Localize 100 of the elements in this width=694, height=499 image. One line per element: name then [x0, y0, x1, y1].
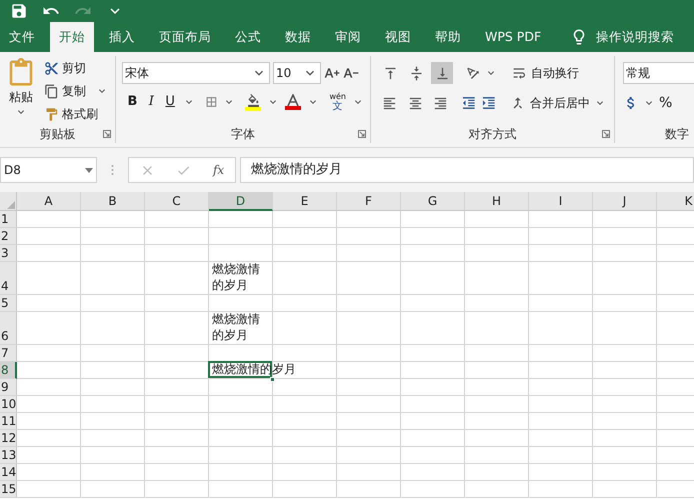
row-header[interactable]: 3: [0, 245, 17, 262]
sheet-cell: [337, 228, 401, 245]
row-header[interactable]: 9: [0, 379, 17, 396]
phonetic-pinyin[interactable]: wén: [329, 92, 346, 101]
row-header[interactable]: 12: [0, 430, 17, 447]
formula-input[interactable]: 燃烧激情的岁月: [240, 157, 694, 183]
copy-button[interactable]: 复制: [62, 82, 86, 100]
paste-button[interactable]: 粘贴: [9, 88, 33, 106]
sheet-cell: [337, 447, 401, 464]
fill-color-icon[interactable]: [245, 94, 262, 110]
percent-button[interactable]: %: [659, 92, 672, 114]
sheet-cell: [273, 413, 337, 430]
sheet-cell: [273, 211, 337, 228]
sheet-cell: [593, 379, 657, 396]
align-icon[interactable]: [434, 66, 450, 80]
column-header[interactable]: F: [337, 192, 401, 211]
column-header[interactable]: A: [17, 192, 81, 211]
copy-icon[interactable]: [44, 84, 59, 98]
sheet-cell: [593, 362, 657, 379]
bold-button[interactable]: B: [126, 92, 139, 112]
vertical-align-button[interactable]: [431, 62, 453, 84]
ribbon-tab[interactable]: 页面布局: [150, 22, 220, 52]
tell-me-search[interactable]: 操作说明搜索: [596, 28, 674, 46]
ribbon-tab[interactable]: 审阅: [326, 22, 370, 52]
ribbon-tab[interactable]: 开始: [50, 22, 94, 52]
underline-button[interactable]: U: [164, 92, 177, 112]
orientation-icon[interactable]: [465, 65, 481, 81]
align-icon[interactable]: [433, 96, 448, 110]
row-header[interactable]: 15: [0, 481, 17, 498]
column-header[interactable]: D: [209, 192, 273, 211]
row-header[interactable]: 1: [0, 211, 17, 228]
column-header[interactable]: E: [273, 192, 337, 211]
drag-handle-icon[interactable]: [111, 164, 114, 176]
column-header[interactable]: I: [529, 192, 593, 211]
column-header[interactable]: J: [593, 192, 657, 211]
scissors-icon[interactable]: [44, 60, 59, 76]
sheet-cell: [465, 379, 529, 396]
ribbon-tab[interactable]: 公式: [226, 22, 270, 52]
align-icon[interactable]: [408, 96, 423, 110]
row-header[interactable]: 14: [0, 464, 17, 481]
wrap-text-button[interactable]: 自动换行: [531, 64, 579, 82]
ribbon-tab[interactable]: 帮助: [426, 22, 470, 52]
dialog-launcher-icon[interactable]: [103, 130, 111, 138]
sheet-cell: [337, 262, 401, 295]
dialog-launcher-icon[interactable]: [358, 130, 366, 138]
save-icon[interactable]: [10, 2, 28, 20]
ribbon-tab[interactable]: 视图: [376, 22, 420, 52]
paint-roller-icon[interactable]: [44, 106, 59, 122]
name-box[interactable]: D8: [0, 157, 97, 183]
row-header[interactable]: 7: [0, 345, 17, 362]
fill-handle[interactable]: [270, 377, 275, 382]
number-format-dropdown[interactable]: 常规: [623, 62, 694, 84]
sheet-cell: [145, 245, 209, 262]
align-icon[interactable]: [382, 66, 398, 80]
row-header[interactable]: 11: [0, 413, 17, 430]
row-header[interactable]: 4: [0, 262, 17, 295]
merge-center-button[interactable]: 合并后居中: [530, 94, 590, 112]
font-name-dropdown[interactable]: 宋体: [122, 62, 270, 84]
borders-icon[interactable]: [204, 94, 218, 110]
row-header[interactable]: 2: [0, 228, 17, 245]
ribbon-tab[interactable]: 插入: [100, 22, 144, 52]
sheet-cell: [17, 447, 81, 464]
row-header[interactable]: 6: [0, 312, 17, 345]
sheet-cell: [17, 430, 81, 447]
sheet-cell: [529, 228, 593, 245]
sheet-cell: [401, 228, 465, 245]
ribbon-tab[interactable]: 文件: [0, 22, 44, 52]
cut-button[interactable]: 剪切: [62, 59, 86, 77]
dropdown-triangle-icon[interactable]: [85, 168, 93, 172]
dialog-launcher-icon[interactable]: [602, 130, 610, 138]
row-header[interactable]: 13: [0, 447, 17, 464]
align-icon[interactable]: [382, 96, 398, 110]
align-icon[interactable]: [408, 66, 424, 80]
phonetic-character[interactable]: 文: [332, 101, 343, 112]
column-header[interactable]: K: [657, 192, 694, 211]
column-header[interactable]: B: [81, 192, 145, 211]
row-header[interactable]: 5: [0, 295, 17, 312]
insert-function-button[interactable]: fx: [212, 161, 224, 179]
sheet-cell: [17, 413, 81, 430]
sheet-cell: [81, 430, 145, 447]
sheet-cell: [81, 379, 145, 396]
font-size-dropdown[interactable]: 10: [273, 62, 321, 84]
italic-button[interactable]: I: [144, 92, 158, 112]
ribbon-tab[interactable]: 数据: [276, 22, 320, 52]
font-color-icon[interactable]: [285, 94, 302, 110]
sheet-cell: [337, 245, 401, 262]
column-header[interactable]: G: [401, 192, 465, 211]
ribbon-tab[interactable]: WPS PDF: [476, 22, 550, 52]
sheet-cell: [465, 245, 529, 262]
format-painter-button[interactable]: 格式刷: [62, 105, 98, 123]
decrease-indent-icon[interactable]: [461, 95, 477, 111]
column-header[interactable]: C: [145, 192, 209, 211]
sheet-cell: [593, 295, 657, 312]
row-header[interactable]: 8: [0, 362, 17, 379]
row-header[interactable]: 10: [0, 396, 17, 413]
increase-indent-icon[interactable]: [480, 95, 496, 111]
column-header[interactable]: H: [465, 192, 529, 211]
sheet-cell: [401, 430, 465, 447]
sheet-cell: [273, 464, 337, 481]
sheet-cell: [17, 312, 81, 345]
